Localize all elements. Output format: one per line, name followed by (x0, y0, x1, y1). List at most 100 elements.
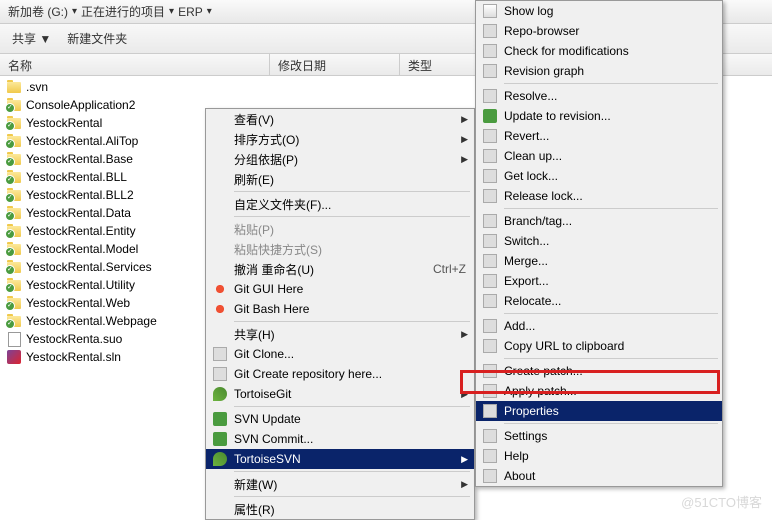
menu-update-revision[interactable]: Update to revision... (476, 106, 722, 126)
new-folder-button[interactable]: 新建文件夹 (67, 30, 127, 47)
menu-relocate[interactable]: Relocate... (476, 291, 722, 311)
menu-svn-update[interactable]: SVN Update (206, 409, 474, 429)
menu-git-clone[interactable]: Git Clone... (206, 344, 474, 364)
menu-branch-tag[interactable]: Branch/tag... (476, 211, 722, 231)
menu-repo-browser[interactable]: Repo-browser (476, 21, 722, 41)
folder-icon (6, 133, 22, 149)
menu-merge[interactable]: Merge... (476, 251, 722, 271)
about-icon (480, 468, 500, 484)
log-icon (480, 3, 500, 19)
menu-new[interactable]: 新建(W) (206, 474, 474, 494)
revert-icon (480, 128, 500, 144)
menu-add[interactable]: Add... (476, 316, 722, 336)
git-icon (210, 366, 230, 382)
update-icon (480, 108, 500, 124)
menu-release-lock[interactable]: Release lock... (476, 186, 722, 206)
tortoise-icon (210, 451, 230, 467)
menu-about[interactable]: About (476, 466, 722, 486)
folder-icon (6, 223, 22, 239)
chevron-right-icon: ▾ (169, 6, 174, 17)
menu-refresh[interactable]: 刷新(E) (206, 169, 474, 189)
menu-copy-url[interactable]: Copy URL to clipboard (476, 336, 722, 356)
share-button[interactable]: 共享 ▼ (12, 30, 51, 47)
add-icon (480, 318, 500, 334)
menu-separator (234, 216, 470, 217)
clipboard-icon (480, 338, 500, 354)
menu-undo[interactable]: 撤消 重命名(U)Ctrl+Z (206, 259, 474, 279)
menu-separator (234, 191, 470, 192)
menu-separator (504, 208, 718, 209)
merge-icon (480, 253, 500, 269)
menu-separator (504, 83, 718, 84)
menu-separator (504, 423, 718, 424)
menu-properties[interactable]: 属性(R) (206, 499, 474, 519)
context-menu-tortoisesvn: Show log Repo-browser Check for modifica… (475, 0, 723, 487)
menu-revision-graph[interactable]: Revision graph (476, 61, 722, 81)
switch-icon (480, 233, 500, 249)
git-icon (210, 346, 230, 362)
menu-separator (234, 496, 470, 497)
menu-separator (234, 321, 470, 322)
menu-paste[interactable]: 粘贴(P) (206, 219, 474, 239)
breadcrumb-part[interactable]: ERP (178, 5, 203, 19)
menu-paste-shortcut[interactable]: 粘贴快捷方式(S) (206, 239, 474, 259)
menu-check-modifications[interactable]: Check for modifications (476, 41, 722, 61)
patch-icon (480, 363, 500, 379)
check-icon (480, 43, 500, 59)
menu-svn-properties[interactable]: Properties (476, 401, 722, 421)
menu-tortoisegit[interactable]: TortoiseGit (206, 384, 474, 404)
folder-icon (6, 79, 22, 95)
menu-git-create-repo[interactable]: Git Create repository here... (206, 364, 474, 384)
menu-switch[interactable]: Switch... (476, 231, 722, 251)
menu-tortoisesvn[interactable]: TortoiseSVN (206, 449, 474, 469)
watermark: @51CTO博客 (681, 492, 762, 511)
breadcrumb-part[interactable]: 正在进行的项目 (81, 3, 165, 20)
chevron-right-icon: ▾ (72, 6, 77, 17)
resolve-icon (480, 88, 500, 104)
menu-cleanup[interactable]: Clean up... (476, 146, 722, 166)
folder-icon (6, 115, 22, 131)
menu-group[interactable]: 分组依据(P) (206, 149, 474, 169)
context-menu-main: 查看(V) 排序方式(O) 分组依据(P) 刷新(E) 自定义文件夹(F)...… (205, 108, 475, 520)
folder-icon (6, 169, 22, 185)
menu-settings[interactable]: Settings (476, 426, 722, 446)
folder-icon (6, 205, 22, 221)
menu-revert[interactable]: Revert... (476, 126, 722, 146)
menu-export[interactable]: Export... (476, 271, 722, 291)
menu-git-gui[interactable]: Git GUI Here (206, 279, 474, 299)
file-icon (6, 331, 22, 347)
folder-icon (6, 97, 22, 113)
menu-show-log[interactable]: Show log (476, 1, 722, 21)
folder-icon (6, 241, 22, 257)
menu-separator (504, 313, 718, 314)
folder-icon (6, 151, 22, 167)
sln-icon (6, 349, 22, 365)
menu-resolve[interactable]: Resolve... (476, 86, 722, 106)
column-name[interactable]: 名称 (0, 54, 270, 75)
menu-view[interactable]: 查看(V) (206, 109, 474, 129)
menu-apply-patch[interactable]: Apply patch... (476, 381, 722, 401)
cleanup-icon (480, 148, 500, 164)
git-icon (210, 281, 230, 297)
menu-separator (234, 406, 470, 407)
tortoise-icon (210, 386, 230, 402)
breadcrumb-part[interactable]: 新加卷 (G:) (8, 3, 68, 20)
menu-sort[interactable]: 排序方式(O) (206, 129, 474, 149)
menu-create-patch[interactable]: Create patch... (476, 361, 722, 381)
menu-customize-folder[interactable]: 自定义文件夹(F)... (206, 194, 474, 214)
folder-icon (6, 187, 22, 203)
folder-icon (6, 259, 22, 275)
lock-icon (480, 168, 500, 184)
column-date[interactable]: 修改日期 (270, 54, 400, 75)
menu-help[interactable]: Help (476, 446, 722, 466)
column-type[interactable]: 类型 (400, 54, 480, 75)
relocate-icon (480, 293, 500, 309)
menu-share[interactable]: 共享(H) (206, 324, 474, 344)
unlock-icon (480, 188, 500, 204)
help-icon (480, 448, 500, 464)
menu-git-bash[interactable]: Git Bash Here (206, 299, 474, 319)
graph-icon (480, 63, 500, 79)
menu-get-lock[interactable]: Get lock... (476, 166, 722, 186)
svn-icon (210, 431, 230, 447)
menu-svn-commit[interactable]: SVN Commit... (206, 429, 474, 449)
